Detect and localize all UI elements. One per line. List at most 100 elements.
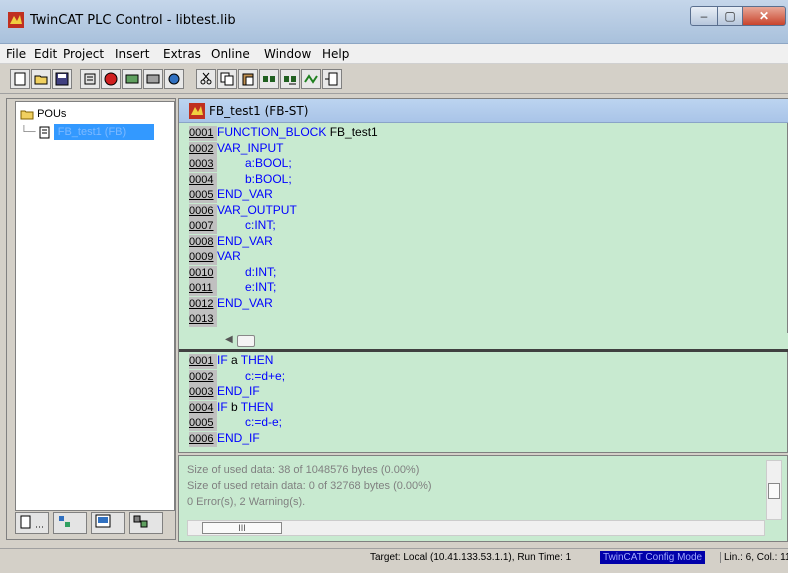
copy-icon[interactable] bbox=[217, 69, 237, 89]
close-button[interactable]: ✕ bbox=[742, 6, 786, 26]
minimize-button[interactable]: – bbox=[690, 6, 718, 26]
line-number: 0004 bbox=[189, 400, 217, 416]
code-line[interactable]: 0007 c:INT; bbox=[189, 218, 276, 234]
code-line[interactable]: 0001 FUNCTION_BLOCK FB_test1 bbox=[189, 125, 378, 141]
code-line[interactable]: 0012 END_VAR bbox=[189, 296, 273, 312]
editor-title-bar[interactable]: FB_test1 (FB-ST) bbox=[179, 99, 788, 123]
scroll-thumb[interactable]: III bbox=[202, 522, 282, 534]
line-number: 0002 bbox=[189, 369, 217, 385]
visualization-tab-icon[interactable] bbox=[91, 512, 125, 534]
menu-edit[interactable]: Edit bbox=[34, 47, 57, 61]
datatype-tab-icon[interactable] bbox=[53, 512, 87, 534]
code-text: c:=d+e; bbox=[245, 368, 286, 383]
logout-icon[interactable] bbox=[143, 69, 163, 89]
code-keyword: THEN bbox=[240, 399, 274, 414]
scroll-left-icon[interactable]: ◀ bbox=[225, 334, 233, 345]
body-editor[interactable]: 0001 IF a THEN 0002 c:=d+e; 0003 END_IF 0004 IF… bbox=[179, 353, 788, 453]
menu-extras[interactable]: Extras bbox=[163, 47, 201, 61]
line-number: 0001 bbox=[189, 354, 217, 369]
code-line[interactable]: 0006 VAR_OUTPUT bbox=[189, 202, 297, 219]
code-line[interactable]: 0006 END_IF bbox=[189, 431, 260, 447]
scroll-thumb[interactable] bbox=[237, 335, 255, 347]
find-next-icon[interactable] bbox=[280, 69, 300, 89]
code-keyword: IF bbox=[217, 353, 228, 367]
code-keyword: IF bbox=[217, 399, 228, 414]
menu-file[interactable]: File bbox=[6, 47, 26, 61]
line-number: 0012 bbox=[189, 296, 217, 312]
message-hscrollbar[interactable]: III bbox=[187, 520, 765, 536]
code-line[interactable]: 0002 VAR_INPUT bbox=[189, 140, 284, 157]
tree-node-label: POUs bbox=[37, 108, 67, 120]
line-number: 0004 bbox=[189, 172, 217, 188]
login-icon[interactable] bbox=[122, 69, 142, 89]
save-icon[interactable] bbox=[52, 69, 72, 89]
declaration-hscrollbar[interactable]: ◀ bbox=[179, 333, 788, 349]
code-line[interactable]: 0004 b:BOOL; bbox=[189, 172, 292, 188]
replace-icon[interactable] bbox=[301, 69, 321, 89]
menu-window[interactable]: Window bbox=[264, 47, 311, 61]
code-keyword: END_VAR bbox=[217, 233, 273, 248]
pou-document-icon bbox=[39, 126, 50, 139]
message-line: 0 Error(s), 2 Warning(s). bbox=[187, 496, 306, 508]
line-number: 0010 bbox=[189, 265, 217, 281]
menu-project[interactable]: Project bbox=[63, 47, 104, 61]
line-number: 0011 bbox=[189, 281, 217, 296]
code-keyword: VAR_INPUT bbox=[217, 140, 284, 155]
line-number: 0013 bbox=[189, 312, 217, 327]
code-text: e:INT; bbox=[245, 280, 277, 294]
tree-node-pous[interactable]: POUs bbox=[20, 106, 66, 122]
code-line[interactable]: 0004 IF b THEN bbox=[189, 399, 274, 416]
code-keyword: VAR_OUTPUT bbox=[217, 202, 297, 217]
declaration-editor[interactable]: 0001 FUNCTION_BLOCK FB_test1 0002 VAR_INPUT… bbox=[179, 125, 788, 333]
message-vscrollbar[interactable] bbox=[766, 460, 782, 520]
window-title: TwinCAT PLC Control - libtest.lib bbox=[30, 13, 236, 28]
code-line[interactable]: 0005 c:=d-e; bbox=[189, 415, 283, 431]
pou-tree[interactable]: POUs └─ FB_test1 (FB) bbox=[15, 101, 175, 511]
new-file-icon[interactable] bbox=[10, 69, 30, 89]
code-line[interactable]: 0001 IF a THEN bbox=[189, 353, 273, 369]
code-line[interactable]: 0002 c:=d+e; bbox=[189, 368, 286, 385]
pou-tab-icon[interactable] bbox=[15, 512, 49, 534]
scroll-thumb[interactable] bbox=[768, 483, 780, 499]
code-text: b bbox=[227, 399, 241, 414]
code-keyword: FUNCTION_BLOCK bbox=[217, 125, 327, 139]
menu-help[interactable]: Help bbox=[322, 47, 349, 61]
open-folder-icon[interactable] bbox=[31, 69, 51, 89]
organizer-tabs bbox=[15, 512, 175, 536]
editor-splitter[interactable] bbox=[179, 349, 788, 352]
code-text: d:INT; bbox=[245, 264, 277, 279]
cut-icon[interactable] bbox=[196, 69, 216, 89]
input-assistant-icon[interactable] bbox=[322, 69, 342, 89]
line-number: 0007 bbox=[189, 219, 217, 234]
find-icon[interactable] bbox=[259, 69, 279, 89]
line-number: 0003 bbox=[189, 385, 217, 400]
code-line[interactable]: 0003 a:BOOL; bbox=[189, 156, 292, 172]
code-text: a:BOOL; bbox=[245, 156, 292, 170]
menu-online[interactable]: Online bbox=[211, 47, 250, 61]
message-line: Size of used retain data: 0 of 32768 byt… bbox=[187, 480, 432, 492]
code-line[interactable]: 0008 END_VAR bbox=[189, 233, 273, 250]
line-number: 0005 bbox=[189, 416, 217, 431]
title-bar[interactable]: TwinCAT PLC Control - libtest.lib – ▢ ✕ bbox=[0, 0, 788, 44]
code-text: c:=d-e; bbox=[245, 415, 283, 429]
code-line[interactable]: 0009 VAR bbox=[189, 249, 241, 265]
resources-tab-icon[interactable] bbox=[129, 512, 163, 534]
tree-node-label-selected: FB_test1 (FB) bbox=[53, 124, 155, 140]
code-line[interactable]: 0011 e:INT; bbox=[189, 280, 277, 296]
code-line[interactable]: 0005 END_VAR bbox=[189, 187, 273, 203]
paste-icon[interactable] bbox=[238, 69, 258, 89]
menu-insert[interactable]: Insert bbox=[115, 47, 149, 61]
code-keyword: VAR bbox=[217, 249, 241, 263]
message-line: Size of used data: 38 of 1048576 bytes (… bbox=[187, 464, 420, 476]
build-icon[interactable] bbox=[80, 69, 100, 89]
maximize-button[interactable]: ▢ bbox=[717, 6, 743, 26]
code-line[interactable]: 0003 END_IF bbox=[189, 384, 260, 400]
stop-icon[interactable] bbox=[101, 69, 121, 89]
code-line[interactable]: 0010 d:INT; bbox=[189, 264, 277, 281]
tree-node-fb-test1[interactable]: └─ FB_test1 (FB) bbox=[20, 124, 155, 140]
code-line[interactable]: 0013 bbox=[189, 311, 217, 327]
pou-editor: FB_test1 (FB-ST) 0001 FUNCTION_BLOCK FB_t… bbox=[178, 98, 788, 453]
online-icon[interactable] bbox=[164, 69, 184, 89]
line-number: 0001 bbox=[189, 126, 217, 141]
line-number: 0006 bbox=[189, 431, 217, 447]
